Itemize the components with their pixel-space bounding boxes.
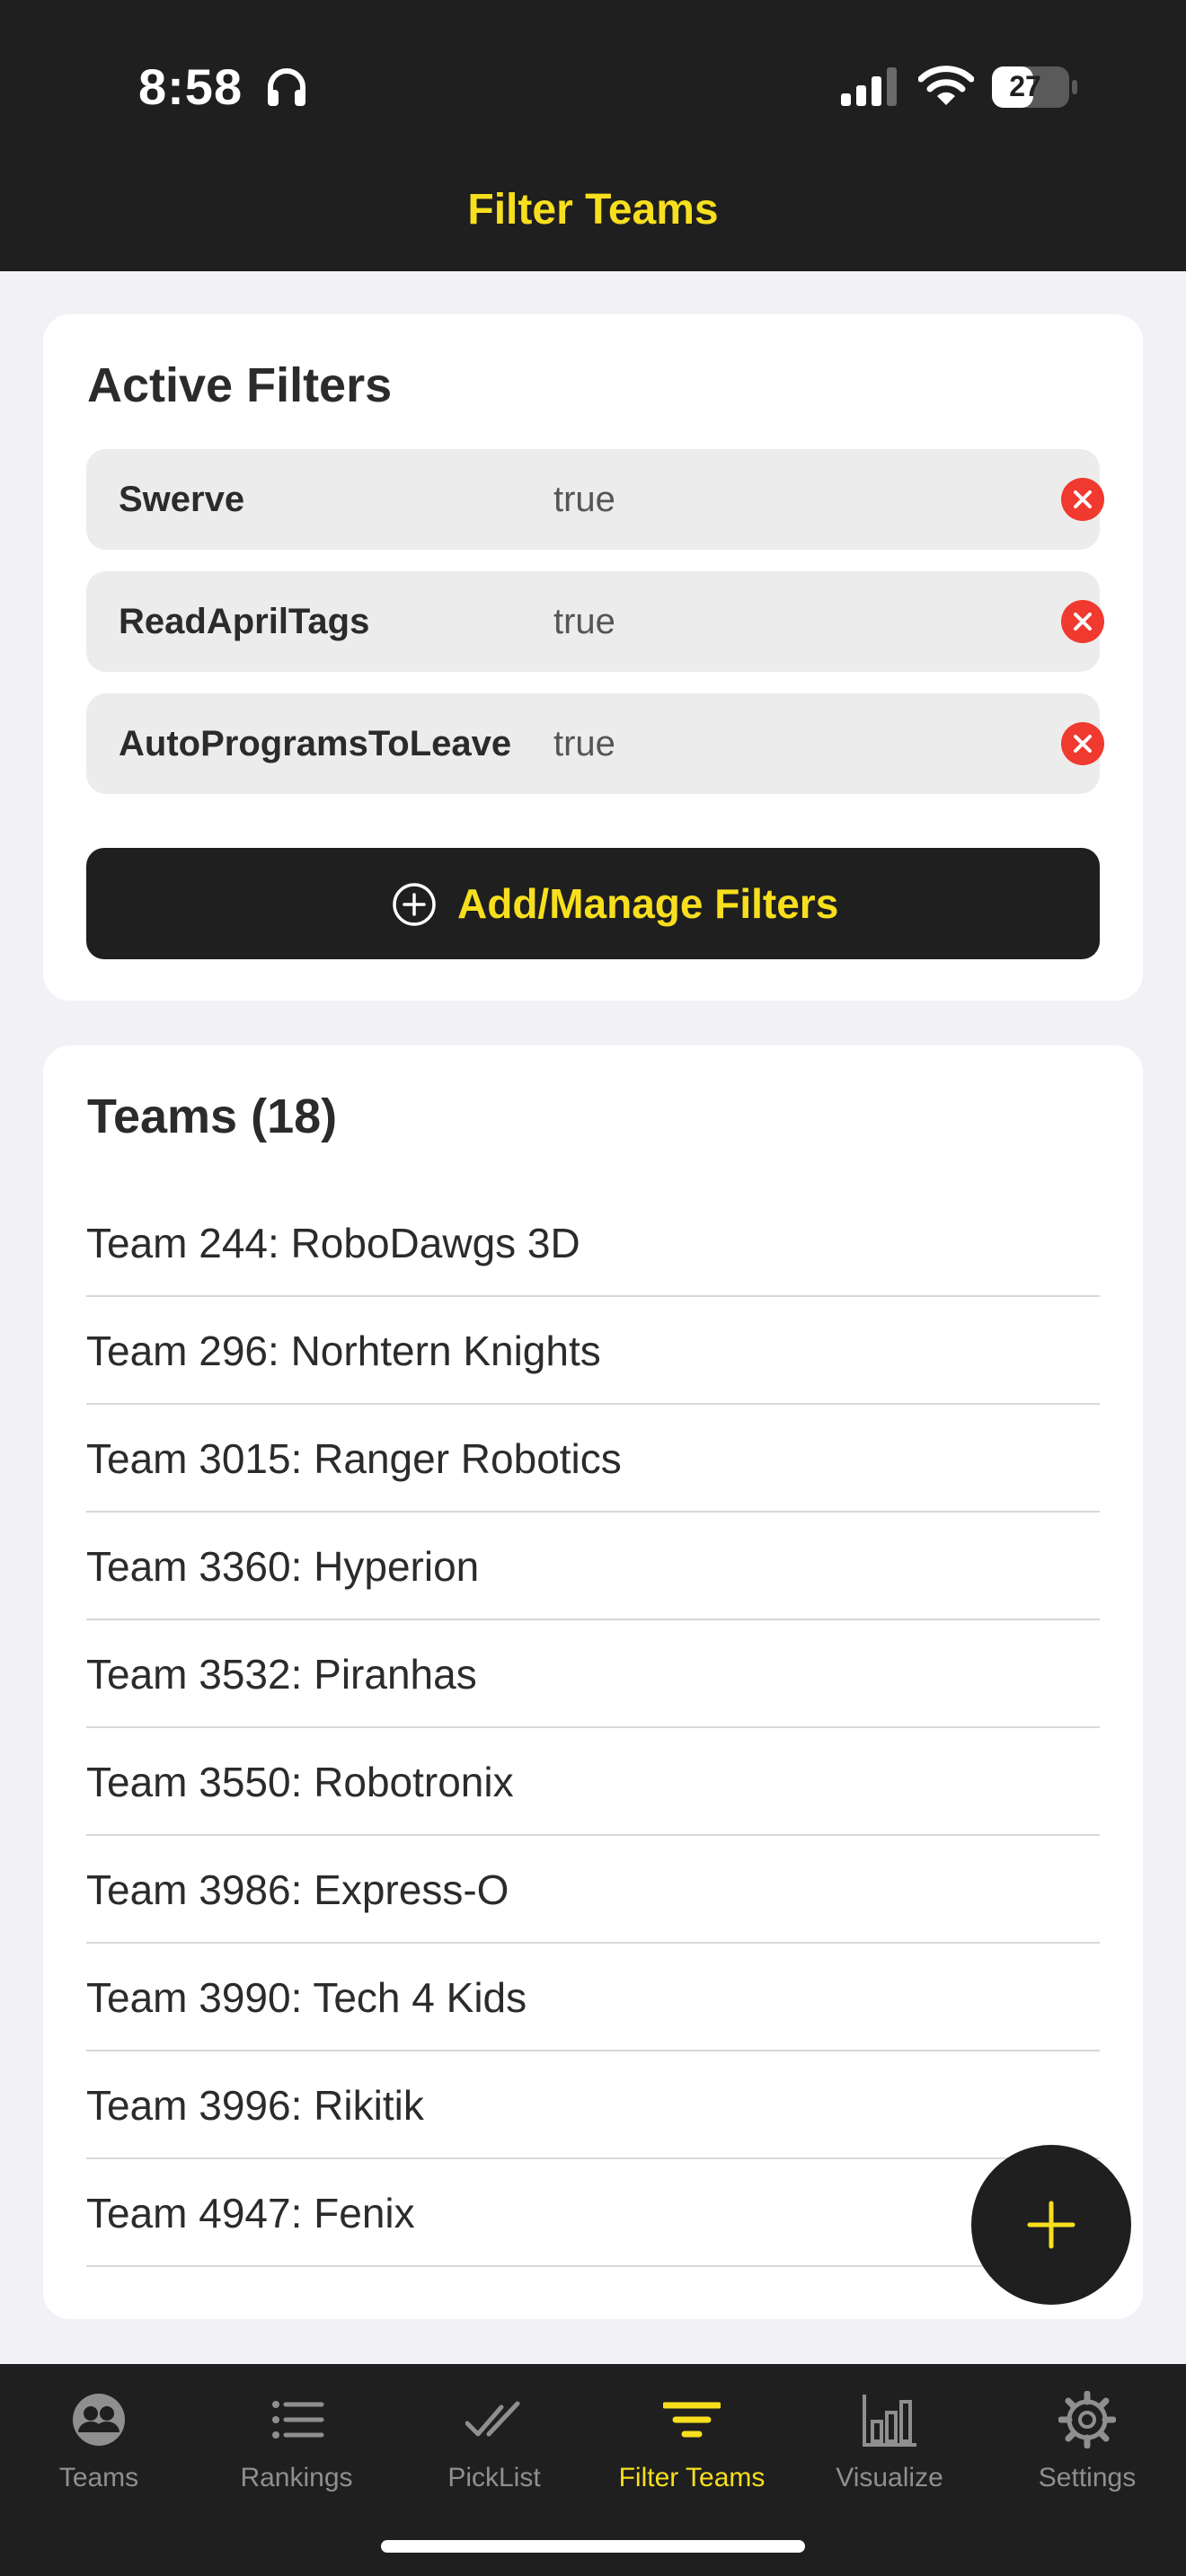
list-icon [272,2401,324,2439]
wifi-icon [918,66,974,105]
team-row[interactable]: Team 3996: Rikitik [86,2051,1100,2159]
team-row[interactable]: Team 3360: Hyperion [86,1513,1100,1620]
teams-icon [73,2394,125,2446]
page-title: Filter Teams [467,186,719,234]
filter-value: true [553,480,615,519]
team-row[interactable]: Team 3550: Robotronix [86,1728,1100,1836]
filter-name: Swerve [119,480,245,519]
team-row[interactable]: Team 4947: Fenix [86,2159,1100,2267]
tab-settings[interactable]: Settings [988,2391,1186,2517]
add-manage-filters-label: Add/Manage Filters [457,880,839,927]
teams-card: Teams (18) Team 244: RoboDawgs 3D Team 2… [43,1045,1143,2319]
signal-icon [841,67,897,106]
tab-teams[interactable]: Teams [0,2391,198,2517]
bar-chart-icon [863,2395,916,2447]
tab-label: Settings [1038,2463,1137,2492]
team-row[interactable]: Team 3015: Ranger Robotics [86,1405,1100,1513]
team-row[interactable]: Team 3986: Express-O [86,1836,1100,1944]
filter-name: AutoProgramsToLeave [119,724,512,763]
filter-value: true [553,602,615,641]
tab-filter-teams[interactable]: Filter Teams [593,2391,791,2517]
headphones-icon [268,68,305,106]
tab-label: Teams [58,2463,139,2492]
add-floating-button[interactable] [971,2145,1131,2305]
filter-name: ReadAprilTags [119,602,370,641]
tab-label: Rankings [240,2463,353,2492]
teams-title: Teams (18) [87,1090,338,1143]
remove-filter-icon[interactable] [1060,599,1105,644]
team-row[interactable]: Team 296: Norhtern Knights [86,1297,1100,1405]
gear-icon [1058,2391,1116,2448]
tab-label: Filter Teams [618,2463,766,2492]
tab-label: Visualize [836,2463,943,2492]
team-row[interactable]: Team 244: RoboDawgs 3D [86,1189,1100,1297]
tab-rankings[interactable]: Rankings [198,2391,395,2517]
active-filters-title: Active Filters [87,358,393,412]
tab-label: PickList [447,2463,541,2492]
team-row[interactable]: Team 3990: Tech 4 Kids [86,1944,1100,2051]
remove-filter-icon[interactable] [1060,721,1105,766]
team-list: Team 244: RoboDawgs 3D Team 296: Norhter… [86,1189,1100,2267]
add-circle-icon [393,883,436,926]
filter-row-readapriltags: ReadAprilTags true [86,571,1104,672]
status-time: 8:58 [138,58,243,115]
filter-value: true [553,724,615,763]
battery-level: 27 [1009,70,1041,102]
active-filters-card: Active Filters Swerve true ReadAprilTags… [43,314,1143,1001]
plus-icon [1027,2201,1075,2249]
remove-filter-icon[interactable] [1060,477,1105,522]
tab-picklist[interactable]: PickList [395,2391,593,2517]
add-manage-filters-button[interactable]: Add/Manage Filters [86,848,1100,959]
team-row[interactable]: Team 3532: Piranhas [86,1620,1100,1728]
home-indicator [381,2540,805,2553]
checkmarks-icon [465,2401,520,2437]
filter-row-swerve: Swerve true [86,449,1104,550]
tab-visualize[interactable]: Visualize [791,2391,988,2517]
filter-row-autoprogramstoleave: AutoProgramsToLeave true [86,693,1104,794]
filter-icon [663,2402,721,2438]
